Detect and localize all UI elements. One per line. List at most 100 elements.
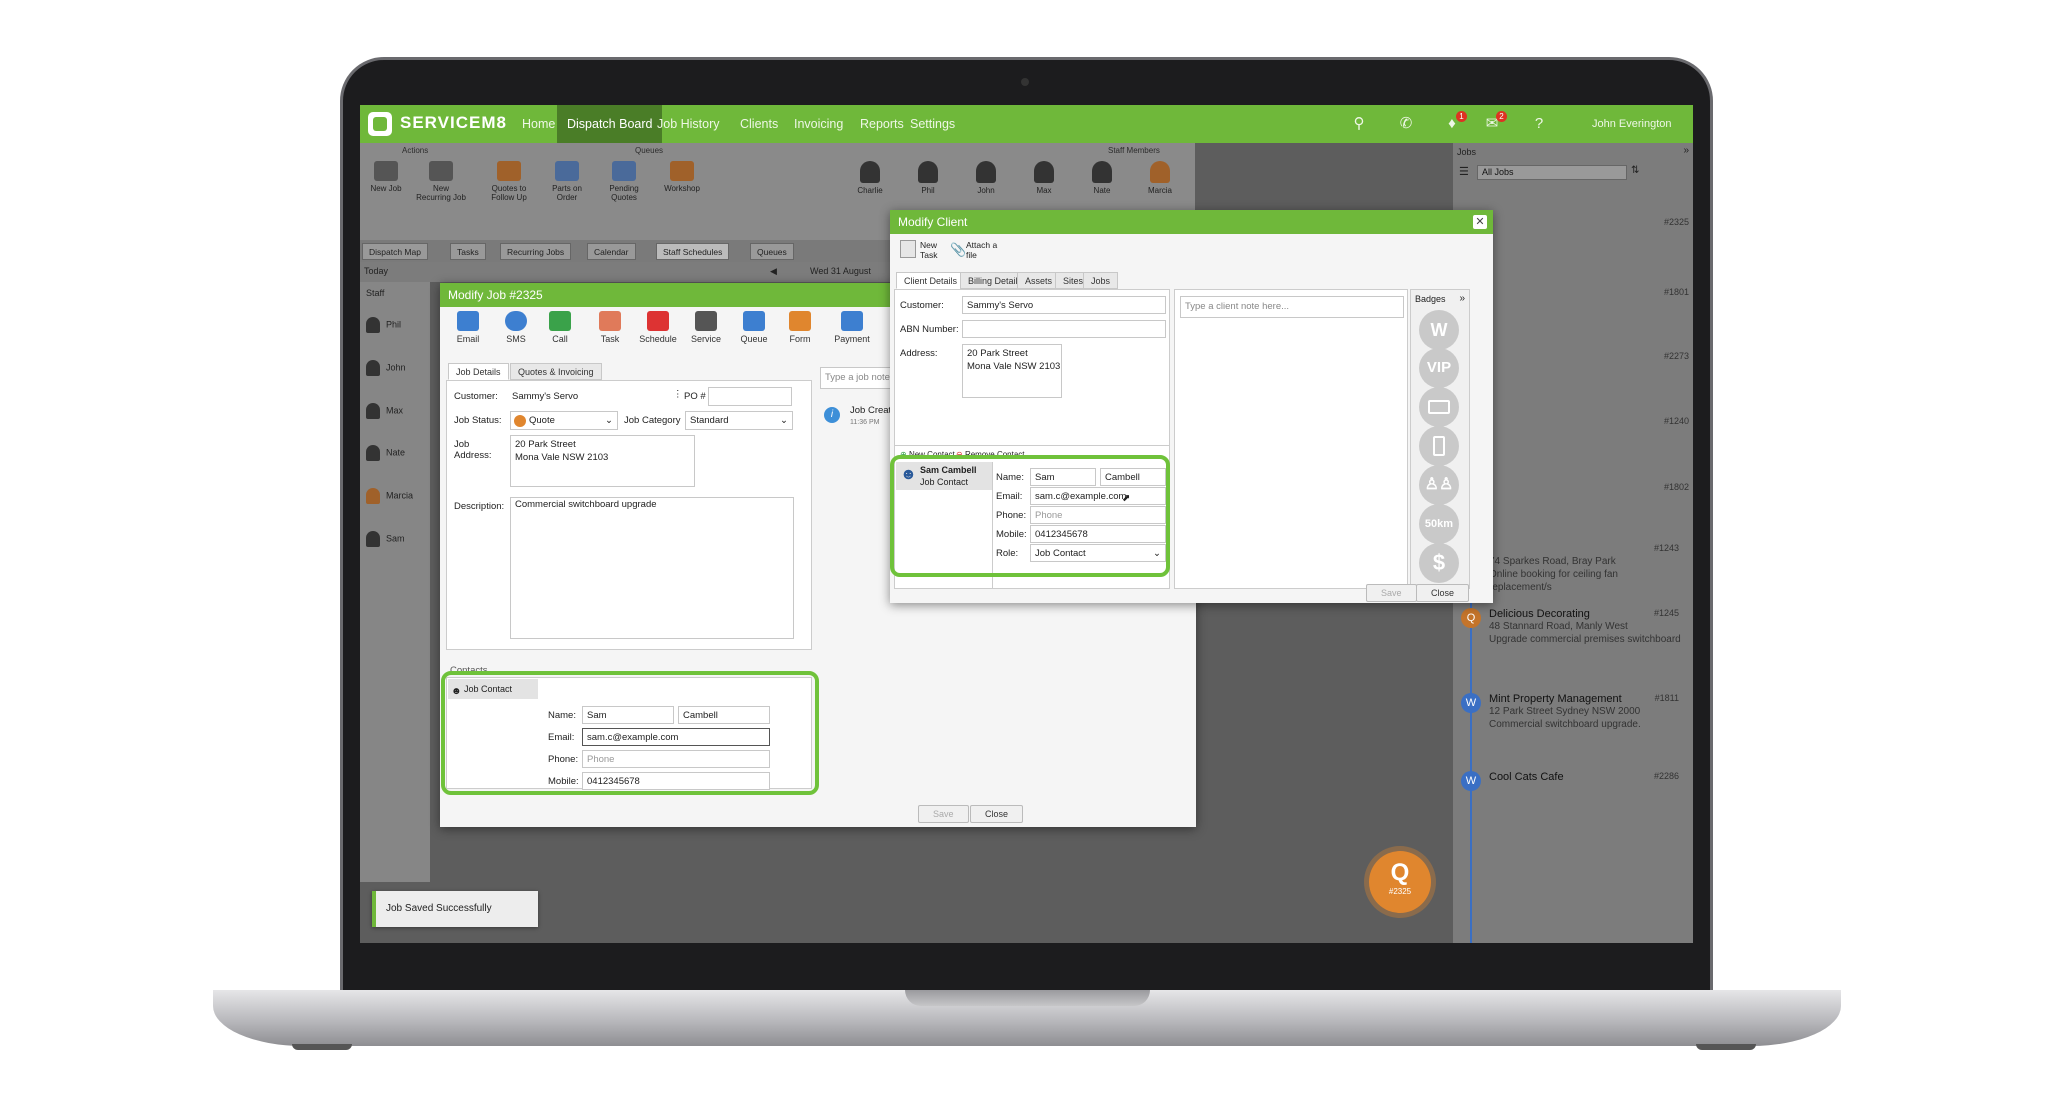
person-icon bbox=[976, 161, 996, 183]
po-input[interactable] bbox=[708, 387, 792, 406]
queue-parts-on-order[interactable]: Parts on Order bbox=[541, 161, 593, 202]
staff-row-phil[interactable]: Phil bbox=[366, 317, 401, 333]
job-entry[interactable]: W #2286 Cool Cats Cafe bbox=[1461, 771, 1683, 791]
bell-icon[interactable]: ♦ 1 bbox=[1443, 111, 1467, 133]
nav-job-history[interactable]: Job History bbox=[647, 105, 730, 143]
staff-charlie[interactable]: Charlie bbox=[844, 161, 896, 195]
tab-calendar[interactable]: Calendar bbox=[587, 243, 636, 260]
queue-quotes-follow-up[interactable]: Quotes to Follow Up bbox=[483, 161, 535, 202]
task-tool[interactable]: Task bbox=[590, 311, 630, 344]
tab-dispatch-map[interactable]: Dispatch Map bbox=[362, 243, 428, 260]
call-tool[interactable]: Call bbox=[540, 311, 580, 344]
tab-jobs[interactable]: Jobs bbox=[1083, 272, 1119, 289]
schedule-tool[interactable]: Schedule bbox=[638, 311, 678, 344]
nav-clients[interactable]: Clients bbox=[730, 105, 788, 143]
sms-tool[interactable]: SMS bbox=[496, 311, 536, 344]
staff-phil[interactable]: Phil bbox=[902, 161, 954, 195]
payment-tool[interactable]: Payment bbox=[832, 311, 872, 344]
tool-label: Queue bbox=[740, 334, 768, 344]
sort-icon[interactable]: ⇅ bbox=[1631, 165, 1639, 176]
job-status-label: Job Status: bbox=[454, 415, 502, 426]
staff-max[interactable]: Max bbox=[1018, 161, 1070, 195]
save-button[interactable]: Save bbox=[1366, 584, 1417, 602]
badge-card-icon[interactable] bbox=[1419, 387, 1459, 427]
tab-recurring-jobs[interactable]: Recurring Jobs bbox=[500, 243, 572, 260]
service-tool[interactable]: Service bbox=[686, 311, 726, 344]
phone-icon[interactable]: ✆ bbox=[1397, 115, 1415, 133]
close-button[interactable]: Close bbox=[970, 805, 1024, 823]
badge-50km-icon[interactable]: 50km bbox=[1419, 504, 1459, 544]
tool-label: Call bbox=[552, 334, 568, 344]
tab-quotes-invoicing[interactable]: Quotes & Invoicing bbox=[510, 363, 602, 380]
staff-nate[interactable]: Nate bbox=[1076, 161, 1128, 195]
tool-label: Task bbox=[600, 334, 620, 344]
badge-people-icon[interactable]: ♙♙ bbox=[1419, 465, 1459, 505]
form-icon bbox=[789, 311, 811, 331]
quote-fab[interactable]: Q #2325 bbox=[1369, 851, 1431, 913]
description-field[interactable]: Commercial switchboard upgrade bbox=[510, 497, 794, 639]
nav-settings[interactable]: Settings bbox=[900, 105, 965, 143]
job-category-label: Job Category bbox=[624, 415, 681, 426]
staff-john[interactable]: John bbox=[960, 161, 1012, 195]
job-entry-partial[interactable]: #1243 74 Sparkes Road, Bray Park Online … bbox=[1463, 543, 1683, 594]
email-tool[interactable]: Email bbox=[448, 311, 488, 344]
sms-icon bbox=[505, 311, 527, 331]
client-note-input[interactable]: Type a client note here... bbox=[1180, 296, 1404, 318]
queue-pending-quotes[interactable]: Pending Quotes bbox=[598, 161, 650, 202]
tab-client-details[interactable]: Client Details bbox=[896, 272, 966, 289]
staff-row-sam[interactable]: Sam bbox=[366, 531, 405, 547]
quote-status-icon bbox=[514, 415, 526, 427]
list-icon[interactable]: ☰ bbox=[1459, 165, 1473, 179]
address-field[interactable]: 20 Park Street Mona Vale NSW 2103 bbox=[962, 344, 1062, 398]
new-recurring-job-button[interactable]: New Recurring Job bbox=[415, 161, 467, 202]
abn-label: ABN Number: bbox=[900, 324, 959, 335]
form-tool[interactable]: Form bbox=[780, 311, 820, 344]
staff-row-max[interactable]: Max bbox=[366, 403, 403, 419]
badge-w-icon[interactable]: W bbox=[1419, 310, 1459, 350]
staff-row-marcia[interactable]: Marcia bbox=[366, 488, 413, 504]
person-icon bbox=[366, 488, 380, 504]
today-label: Today bbox=[364, 266, 389, 276]
person-icon bbox=[1092, 161, 1112, 183]
tab-assets[interactable]: Assets bbox=[1017, 272, 1061, 289]
job-entry[interactable]: Q #1245 Delicious Decorating 48 Stannard… bbox=[1461, 608, 1683, 646]
nav-invoicing[interactable]: Invoicing bbox=[784, 105, 853, 143]
attach-file-button[interactable]: Attach a file bbox=[966, 240, 1000, 260]
save-button[interactable]: Save bbox=[918, 805, 969, 823]
help-icon[interactable]: ? bbox=[1530, 115, 1548, 133]
prev-day-icon[interactable]: ◀ bbox=[770, 266, 777, 277]
badge-vip-icon[interactable]: VIP bbox=[1419, 348, 1459, 388]
customer-input[interactable]: Sammy's Servo bbox=[962, 296, 1166, 314]
side-job-number: #1801 bbox=[1663, 287, 1689, 297]
credit-card-icon bbox=[841, 311, 863, 331]
more-options-icon[interactable]: ⋮ bbox=[673, 389, 683, 400]
jobs-filter-select[interactable]: All Jobs bbox=[1477, 165, 1627, 180]
search-icon[interactable]: ⚲ bbox=[1350, 115, 1368, 133]
tab-staff-schedules[interactable]: Staff Schedules bbox=[656, 243, 730, 260]
job-entry[interactable]: W #1811 Mint Property Management 12 Park… bbox=[1461, 693, 1683, 731]
badge-dollar-icon[interactable]: $ bbox=[1419, 543, 1459, 583]
job-category-select[interactable]: Standard ⌄ bbox=[685, 411, 793, 430]
expand-icon[interactable]: » bbox=[1683, 145, 1689, 156]
job-address-field[interactable]: 20 Park Street Mona Vale NSW 2103 bbox=[510, 435, 695, 487]
person-icon bbox=[860, 161, 880, 183]
expand-icon[interactable]: » bbox=[1459, 293, 1465, 304]
queue-tool[interactable]: Queue bbox=[734, 311, 774, 344]
job-status-select[interactable]: Quote ⌄ bbox=[510, 411, 618, 430]
tab-queues[interactable]: Queues bbox=[750, 243, 794, 260]
tab-tasks[interactable]: Tasks bbox=[450, 243, 486, 260]
staff-marcia[interactable]: Marcia bbox=[1134, 161, 1186, 195]
user-menu[interactable]: John Everington bbox=[1582, 105, 1682, 143]
job-type-badge: W bbox=[1461, 693, 1481, 713]
badge-phone-icon[interactable] bbox=[1419, 426, 1459, 466]
close-button[interactable]: Close bbox=[1416, 584, 1470, 602]
queue-workshop[interactable]: Workshop bbox=[656, 161, 708, 193]
staff-row-nate[interactable]: Nate bbox=[366, 445, 405, 461]
abn-input[interactable] bbox=[962, 320, 1166, 338]
tab-job-details[interactable]: Job Details bbox=[448, 363, 509, 380]
mail-icon[interactable]: ✉ 2 bbox=[1483, 111, 1507, 133]
close-icon[interactable]: ✕ bbox=[1473, 215, 1487, 229]
staff-row-john[interactable]: John bbox=[366, 360, 406, 376]
new-task-button[interactable]: New Task bbox=[920, 240, 944, 260]
new-job-button[interactable]: New Job bbox=[360, 161, 412, 193]
